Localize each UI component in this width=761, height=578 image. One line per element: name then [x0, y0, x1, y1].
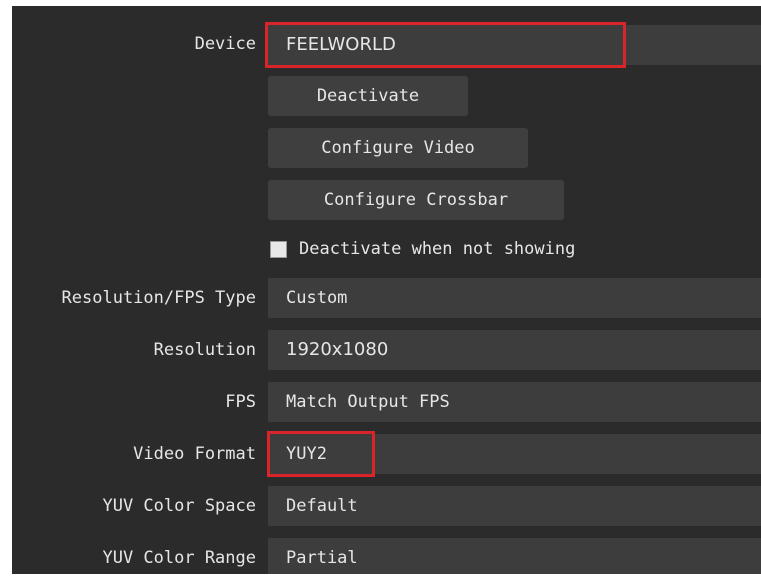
yuv-color-range-select[interactable]: Partial: [268, 538, 761, 574]
deactivate-when-not-showing-label: Deactivate when not showing: [299, 239, 576, 259]
yuv-color-space-label: YUV Color Space: [102, 496, 256, 516]
yuv-color-space-select[interactable]: Default: [268, 486, 761, 526]
resolution-select[interactable]: 1920x1080: [268, 330, 761, 370]
device-label: Device: [194, 34, 256, 54]
resolution-fps-type-select[interactable]: Custom: [268, 278, 761, 318]
fps-label: FPS: [225, 392, 256, 412]
deactivate-when-not-showing-option[interactable]: Deactivate when not showing: [270, 234, 575, 264]
resolution-label: Resolution: [153, 340, 256, 360]
configure-video-button[interactable]: Configure Video: [268, 128, 528, 168]
deactivate-when-not-showing-checkbox[interactable]: [270, 240, 287, 258]
resolution-fps-type-label: Resolution/FPS Type: [61, 288, 256, 308]
properties-panel: Device FEELWORLD Deactivate Configure Vi…: [12, 6, 761, 574]
configure-crossbar-button[interactable]: Configure Crossbar: [268, 180, 564, 220]
yuv-color-range-label: YUV Color Range: [102, 548, 256, 568]
device-select[interactable]: FEELWORLD: [268, 25, 761, 65]
video-format-select[interactable]: YUY2: [268, 434, 761, 474]
deactivate-button[interactable]: Deactivate: [268, 76, 468, 116]
fps-select[interactable]: Match Output FPS: [268, 382, 761, 422]
video-format-label: Video Format: [133, 444, 256, 464]
